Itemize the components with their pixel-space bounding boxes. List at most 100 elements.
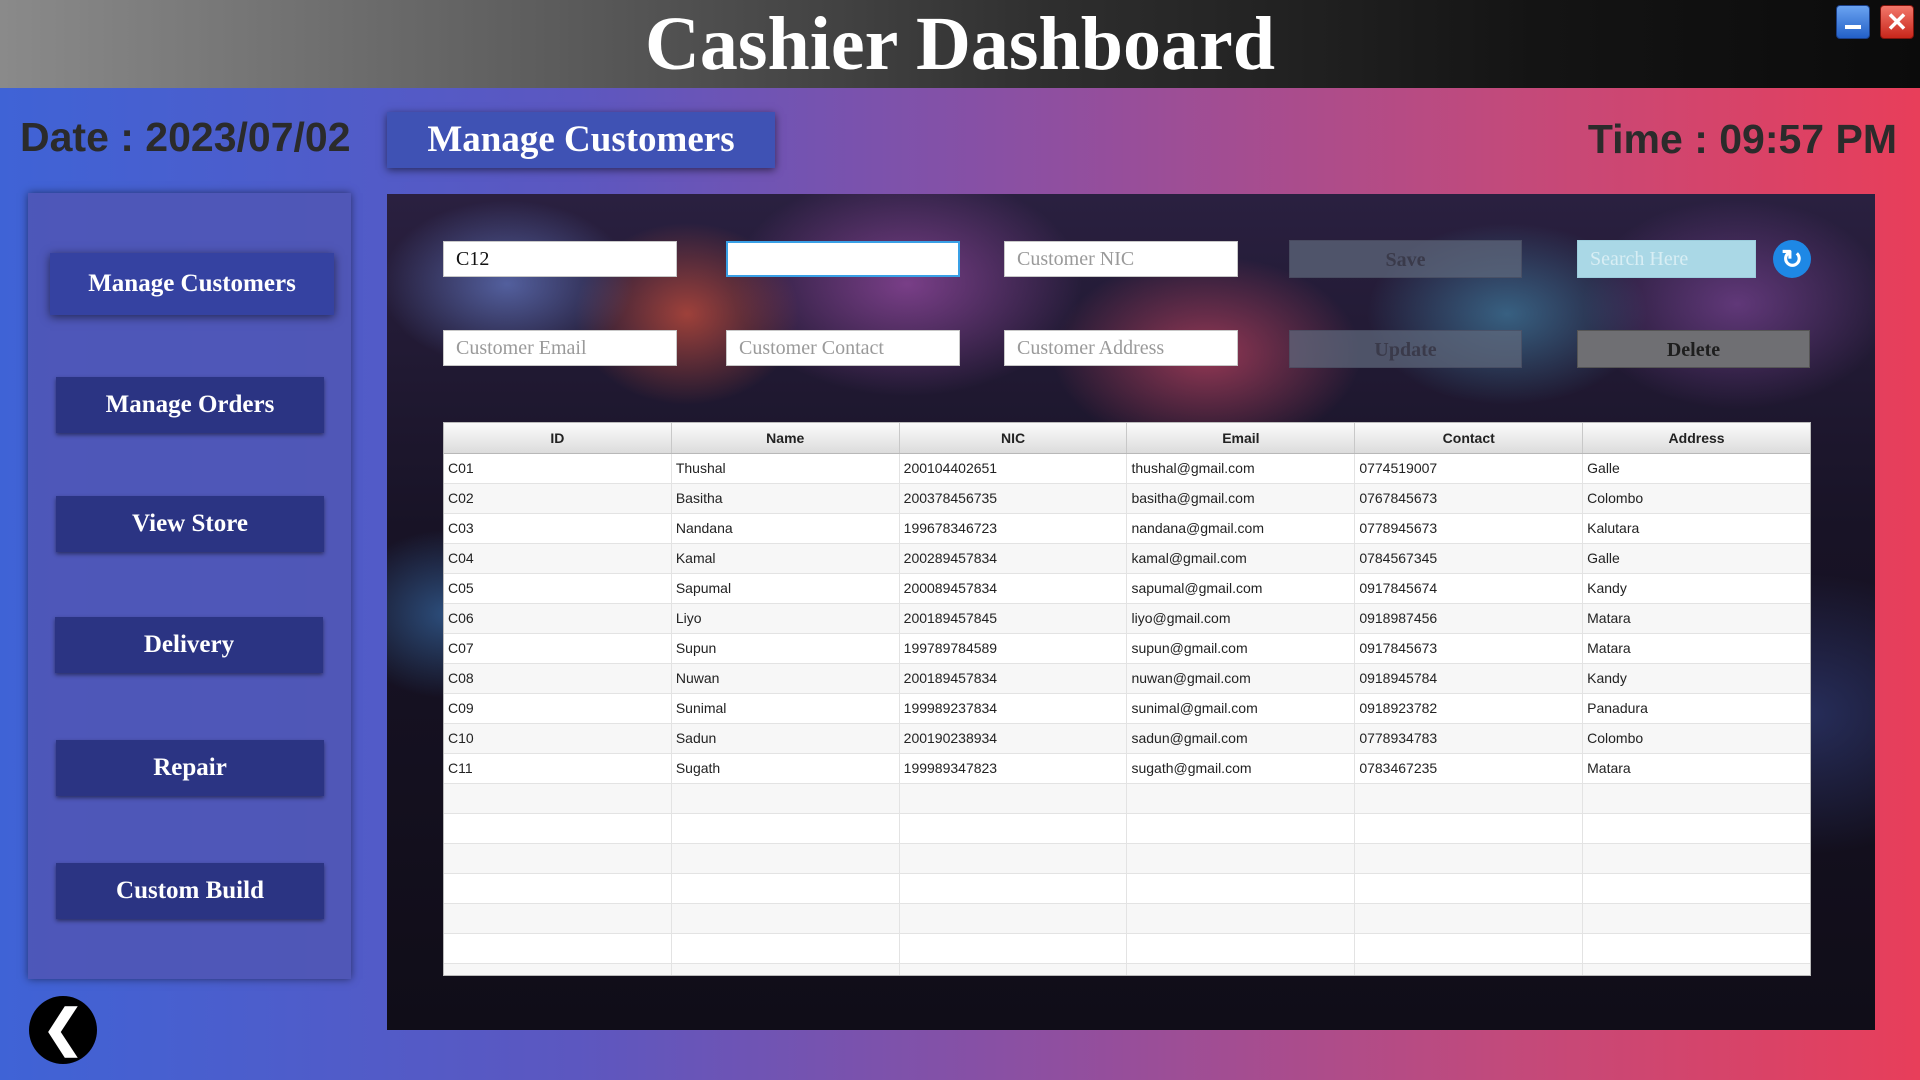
table-cell	[1127, 964, 1356, 975]
column-header[interactable]: Address	[1583, 423, 1810, 453]
sidebar-item-view-store[interactable]: View Store	[56, 496, 324, 552]
table-cell	[444, 814, 672, 843]
back-arrow-icon[interactable]: ❮	[29, 996, 97, 1064]
table-cell: liyo@gmail.com	[1127, 604, 1356, 633]
table-cell: Sunimal	[672, 694, 900, 723]
table-cell: 199989347823	[900, 754, 1128, 783]
customers-table[interactable]: ID Name NIC Email Contact Address C01 Thushal 2…	[443, 422, 1811, 976]
table-row[interactable]: C07 Supun 199789784589 supun@gmail.com 09178…	[444, 634, 1810, 664]
table-cell: Panadura	[1587, 700, 1648, 716]
table-cell: 0778945673	[1355, 514, 1584, 543]
table-cell: Colombo	[1587, 730, 1644, 746]
table-cell	[900, 874, 1128, 903]
table-cell: 200089457834	[900, 574, 1128, 603]
table-cell: Matara	[1587, 640, 1631, 656]
sidebar-item-manage-orders[interactable]: Manage Orders	[56, 377, 324, 433]
date-label: Date : 2023/07/02	[20, 114, 351, 160]
sidebar-item-custom-build[interactable]: Custom Build	[56, 863, 324, 919]
table-cell: 0917845673	[1355, 634, 1584, 663]
column-header[interactable]: Contact	[1355, 423, 1584, 453]
column-header[interactable]: NIC	[900, 423, 1128, 453]
sidebar-item-delivery[interactable]: Delivery	[55, 617, 323, 673]
table-cell	[1583, 874, 1810, 903]
table-cell	[900, 904, 1128, 933]
table-cell	[672, 814, 900, 843]
table-cell	[1355, 904, 1584, 933]
table-row[interactable]: C04 Kamal 200289457834 kamal@gmail.com 07845…	[444, 544, 1810, 574]
table-cell	[1127, 904, 1356, 933]
sidebar-item-manage-customers[interactable]: Manage Customers	[50, 253, 334, 315]
customer-email-field[interactable]	[443, 330, 677, 366]
table-cell: C02	[444, 484, 672, 513]
table-row[interactable]: C10 Sadun 200190238934 sadun@gmail.com 07789…	[444, 724, 1810, 754]
table-cell	[444, 934, 672, 963]
table-cell	[1127, 934, 1356, 963]
table-cell: Galle	[1587, 460, 1620, 476]
table-cell	[672, 964, 900, 975]
customer-name-field[interactable]	[726, 241, 960, 277]
customer-address-field[interactable]	[1004, 330, 1238, 366]
table-cell	[900, 814, 1128, 843]
table-cell: 200190238934	[900, 724, 1128, 753]
content-panel: Save ↻ Update Delete IDNameNICEmailConta…	[387, 194, 1875, 1030]
table-cell: nandana@gmail.com	[1127, 514, 1356, 543]
table-cell: Sapumal	[672, 574, 900, 603]
table-cell	[444, 844, 672, 873]
table-cell	[1583, 964, 1810, 975]
section-title: Manage Customers	[387, 112, 775, 168]
column-header[interactable]: Name	[672, 423, 900, 453]
minimize-icon[interactable]	[1836, 5, 1870, 39]
table-cell	[672, 934, 900, 963]
search-input[interactable]	[1577, 240, 1756, 278]
customer-contact-field[interactable]	[726, 330, 960, 366]
table-cell: Kandy	[1587, 580, 1627, 596]
column-header[interactable]: ID	[444, 423, 672, 453]
table-cell: C10	[444, 724, 672, 753]
table-row[interactable]: C02 Basitha 200378456735 basitha@gmail.com 0…	[444, 484, 1810, 514]
table-cell: 0917845674	[1355, 574, 1584, 603]
table-cell	[1583, 934, 1810, 963]
table-cell: Sugath	[672, 754, 900, 783]
table-cell: C01	[444, 454, 672, 483]
table-cell: C09	[444, 694, 672, 723]
table-row[interactable]: C05 Sapumal 200089457834 sapumal@gmail.com 0…	[444, 574, 1810, 604]
table-cell: sugath@gmail.com	[1127, 754, 1356, 783]
table-cell	[444, 784, 672, 813]
table-cell	[1355, 814, 1584, 843]
table-cell: C07	[444, 634, 672, 663]
table-cell: 0918987456	[1355, 604, 1584, 633]
table-cell: Liyo	[672, 604, 900, 633]
column-header[interactable]: Email	[1127, 423, 1356, 453]
empty-table-row	[444, 784, 1810, 814]
table-row[interactable]: C01 Thushal 200104402651 thushal@gmail.com 0…	[444, 454, 1810, 484]
table-cell: C05	[444, 574, 672, 603]
table-cell	[1127, 844, 1356, 873]
table-cell: 199678346723	[900, 514, 1128, 543]
table-cell: C08	[444, 664, 672, 693]
customer-nic-field[interactable]	[1004, 241, 1238, 277]
table-cell	[1355, 934, 1584, 963]
refresh-icon[interactable]: ↻	[1773, 240, 1811, 278]
table-cell: 0778934783	[1355, 724, 1584, 753]
update-button[interactable]: Update	[1289, 330, 1522, 368]
customer-id-field[interactable]	[443, 241, 677, 277]
table-row[interactable]: C11 Sugath 199989347823 sugath@gmail.com 078…	[444, 754, 1810, 784]
table-row[interactable]: C03 Nandana 199678346723 nandana@gmail.com 0…	[444, 514, 1810, 544]
table-row[interactable]: C06 Liyo 200189457845 liyo@gmail.com 0918987…	[444, 604, 1810, 634]
sidebar-item-repair[interactable]: Repair	[56, 740, 324, 796]
close-icon[interactable]: ✕	[1880, 5, 1914, 39]
table-cell	[444, 874, 672, 903]
table-row[interactable]: C09 Sunimal 199989237834 sunimal@gmail.com 0…	[444, 694, 1810, 724]
table-cell	[1583, 784, 1810, 813]
table-cell	[672, 784, 900, 813]
table-cell	[1355, 964, 1584, 975]
table-body: C01 Thushal 200104402651 thushal@gmail.com 0…	[444, 454, 1810, 975]
table-cell: C11	[444, 754, 672, 783]
empty-table-row	[444, 844, 1810, 874]
delete-button[interactable]: Delete	[1577, 330, 1810, 368]
table-cell: Nandana	[672, 514, 900, 543]
table-cell: 0918923782	[1355, 694, 1584, 723]
empty-table-row	[444, 934, 1810, 964]
table-row[interactable]: C08 Nuwan 200189457834 nuwan@gmail.com 09189…	[444, 664, 1810, 694]
save-button[interactable]: Save	[1289, 240, 1522, 278]
